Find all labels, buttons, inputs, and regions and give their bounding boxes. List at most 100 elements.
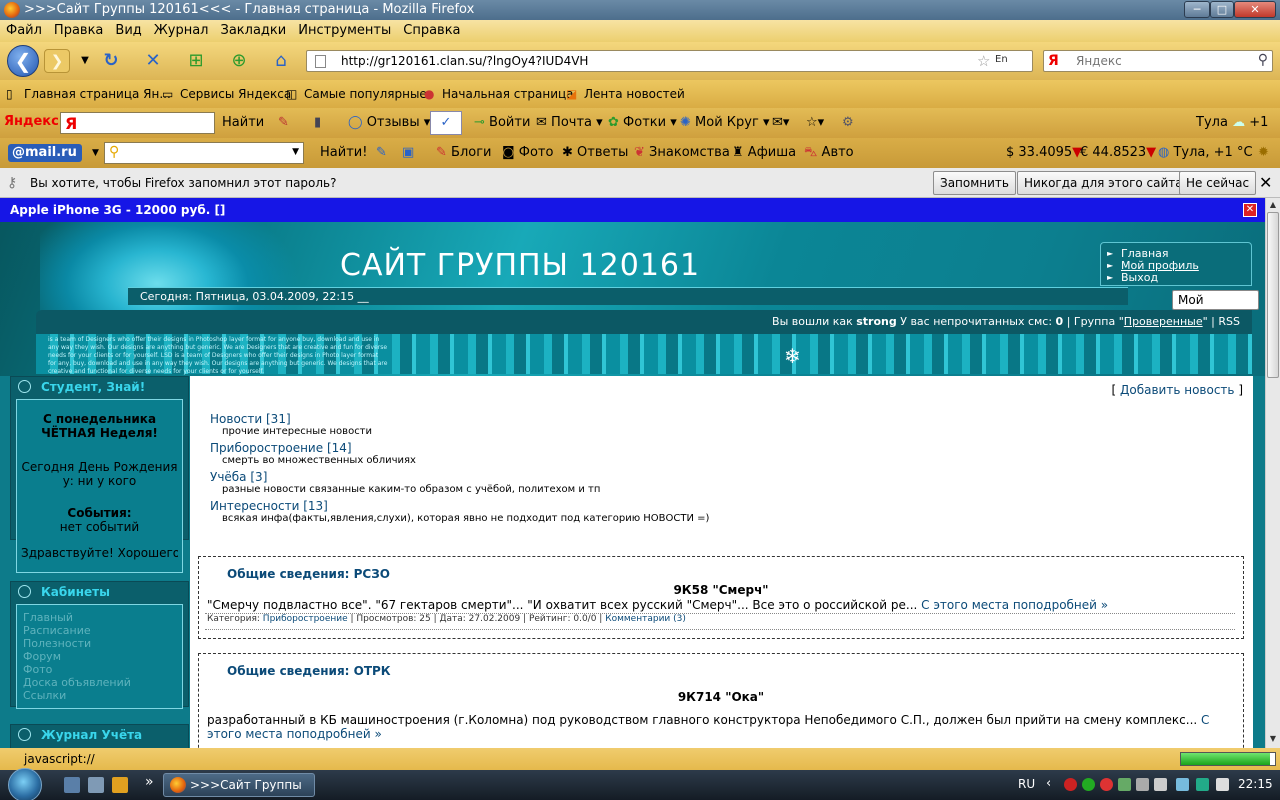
- menu-file[interactable]: Файл: [0, 20, 48, 41]
- mailru-weather[interactable]: ◍ Тула, +1 °C: [1158, 145, 1253, 160]
- taskbar-firefox-button[interactable]: >>>Сайт Группы 1...: [163, 773, 315, 797]
- mailru-settings-icon[interactable]: ✹: [1258, 145, 1269, 160]
- category-link[interactable]: Новости: [210, 412, 262, 426]
- yandex-find-button[interactable]: Найти: [222, 115, 264, 130]
- language-indicator[interactable]: RU: [1018, 777, 1035, 791]
- bookmark-start-page[interactable]: ● Начальная страница: [424, 87, 574, 101]
- page-scrollbar[interactable]: ▲ ▼: [1265, 198, 1280, 748]
- news-comments-link[interactable]: Комментарии (3): [605, 614, 686, 624]
- bars-icon[interactable]: ▮: [314, 115, 321, 130]
- category-count[interactable]: [14]: [327, 441, 352, 455]
- back-button[interactable]: ❮: [7, 45, 39, 77]
- reviews-button[interactable]: ◯ Отзывы ▾: [348, 115, 430, 130]
- bookmark-yandex-main[interactable]: ▯ Главная страница Ян...: [6, 87, 171, 101]
- group-link[interactable]: Проверенные: [1124, 315, 1203, 328]
- category-link[interactable]: Приборостроение: [210, 441, 323, 455]
- search-magnifier-icon[interactable]: ⚲: [1258, 52, 1268, 68]
- frame-icon[interactable]: ▣: [402, 145, 414, 160]
- answers-link[interactable]: ✱ Ответы: [562, 145, 628, 160]
- marker-icon[interactable]: ✎: [278, 115, 289, 130]
- menu-help[interactable]: Справка: [397, 20, 466, 41]
- login-button[interactable]: ⊸ Войти: [474, 115, 530, 130]
- mailru-logo[interactable]: @mail.ru: [8, 144, 82, 162]
- pencil-icon[interactable]: ✎: [376, 145, 387, 160]
- mail-button[interactable]: ✉ Почта ▾: [536, 115, 603, 130]
- history-dropdown-icon[interactable]: ▼: [74, 50, 96, 72]
- menu-edit[interactable]: Правка: [48, 20, 109, 41]
- ad-text[interactable]: Apple iPhone 3G - 12000 руб. []: [10, 203, 225, 217]
- cabinet-link-schedule[interactable]: Расписание: [23, 624, 176, 637]
- auto-link[interactable]: ⛍ Авто: [804, 145, 854, 162]
- scroll-up-icon[interactable]: ▲: [1268, 200, 1278, 209]
- category-link[interactable]: Учёба: [210, 470, 247, 484]
- menu-tools[interactable]: Инструменты: [292, 20, 397, 41]
- cabinet-link-useful[interactable]: Полезности: [23, 637, 176, 650]
- dating-link[interactable]: ❦ Знакомства: [634, 145, 730, 160]
- remember-button[interactable]: Запомнить: [933, 171, 1016, 195]
- my-circle-button[interactable]: ✺ Мой Круг ▾: [680, 115, 769, 130]
- menu-history[interactable]: Журнал: [148, 20, 215, 41]
- display-tray-icon[interactable]: [1154, 778, 1167, 791]
- yandex-search-field[interactable]: Я: [60, 112, 215, 134]
- envelope-extra-icon[interactable]: ✉▾: [772, 115, 789, 130]
- category-link[interactable]: Интересности: [210, 499, 299, 513]
- mailru-dropdown-icon[interactable]: ▼: [92, 148, 99, 158]
- category-count[interactable]: [31]: [266, 412, 291, 426]
- spellcheck-icon[interactable]: ✓: [430, 111, 462, 135]
- ad-close-icon[interactable]: ✕: [1243, 203, 1257, 217]
- stop-icon[interactable]: ✕: [142, 50, 164, 72]
- scroll-down-icon[interactable]: ▼: [1268, 734, 1278, 743]
- reload-icon[interactable]: ↻: [100, 50, 122, 72]
- bookmark-most-popular[interactable]: ◫ Самые популярные: [286, 87, 427, 101]
- photos-button[interactable]: ✿ Фотки ▾: [608, 115, 677, 130]
- forward-button[interactable]: ❯: [44, 49, 70, 73]
- home-icon[interactable]: ⌂: [270, 50, 292, 72]
- category-count[interactable]: [13]: [303, 499, 328, 513]
- add-bookmark-icon[interactable]: ⊕: [228, 50, 250, 72]
- rss-link[interactable]: RSS: [1218, 315, 1240, 328]
- menu-bookmarks[interactable]: Закладки: [215, 20, 293, 41]
- explorer-icon[interactable]: [88, 777, 104, 793]
- quicklaunch-more-icon[interactable]: »: [145, 774, 154, 790]
- menu-view[interactable]: Вид: [109, 20, 147, 41]
- photo-link[interactable]: ◙ Фото: [502, 145, 553, 160]
- blogs-link[interactable]: ✎ Блоги: [436, 145, 492, 160]
- tray-expand-icon[interactable]: ‹: [1046, 776, 1051, 791]
- ad-banner[interactable]: Apple iPhone 3G - 12000 руб. [] ✕: [0, 198, 1265, 222]
- volume-tray-icon[interactable]: [1216, 778, 1229, 791]
- cabinet-link-links[interactable]: Ссылки: [23, 689, 176, 702]
- bookmark-news-feed[interactable]: ◪ Лента новостей: [566, 87, 685, 101]
- maximize-button[interactable]: □: [1210, 1, 1234, 18]
- news-category-link[interactable]: Приборостроение: [263, 614, 348, 624]
- news-title[interactable]: Общие сведения: ОТРК: [227, 664, 391, 678]
- bookmark-yandex-services[interactable]: ▭ Сервисы Яндекса: [162, 87, 291, 101]
- scroll-thumb[interactable]: [1267, 212, 1279, 378]
- close-window-button[interactable]: ✕: [1234, 1, 1276, 18]
- search-input[interactable]: [1076, 53, 1246, 69]
- news-title[interactable]: Общие сведения: РСЗО: [227, 567, 390, 581]
- media-player-icon[interactable]: [112, 777, 128, 793]
- never-for-site-button[interactable]: Никогда для этого сайта: [1017, 171, 1190, 195]
- url-bar[interactable]: ☆ En: [306, 50, 1033, 72]
- cabinet-link-board[interactable]: Доска объявлений: [23, 676, 176, 689]
- device-tray-icon[interactable]: [1136, 778, 1149, 791]
- agent-tray-icon[interactable]: [1100, 778, 1113, 791]
- taskbar-clock[interactable]: 22:15: [1238, 777, 1273, 791]
- settings-gear-icon[interactable]: ⚙: [842, 115, 854, 130]
- url-input[interactable]: [341, 53, 961, 69]
- cabinet-link-photo[interactable]: Фото: [23, 663, 176, 676]
- menu-logout-link[interactable]: Выход: [1121, 271, 1158, 284]
- mailru-find-button[interactable]: Найти!: [320, 145, 367, 160]
- start-button[interactable]: [8, 768, 42, 800]
- mailru-input-dropdown-icon[interactable]: ▼: [292, 147, 299, 157]
- antivirus-tray-icon[interactable]: [1064, 778, 1077, 791]
- show-desktop-icon[interactable]: [64, 777, 80, 793]
- favorites-star-icon[interactable]: ☆▾: [806, 115, 824, 130]
- icq-tray-icon[interactable]: [1082, 778, 1095, 791]
- network-tray-icon[interactable]: [1118, 778, 1131, 791]
- close-notification-icon[interactable]: ✕: [1259, 173, 1272, 192]
- search-bar[interactable]: Я ⚲: [1043, 50, 1273, 72]
- read-more-link[interactable]: С этого места поподробней »: [921, 598, 1108, 612]
- new-tab-icon[interactable]: ⊞: [185, 50, 207, 72]
- bookmark-star-icon[interactable]: ☆: [977, 52, 990, 70]
